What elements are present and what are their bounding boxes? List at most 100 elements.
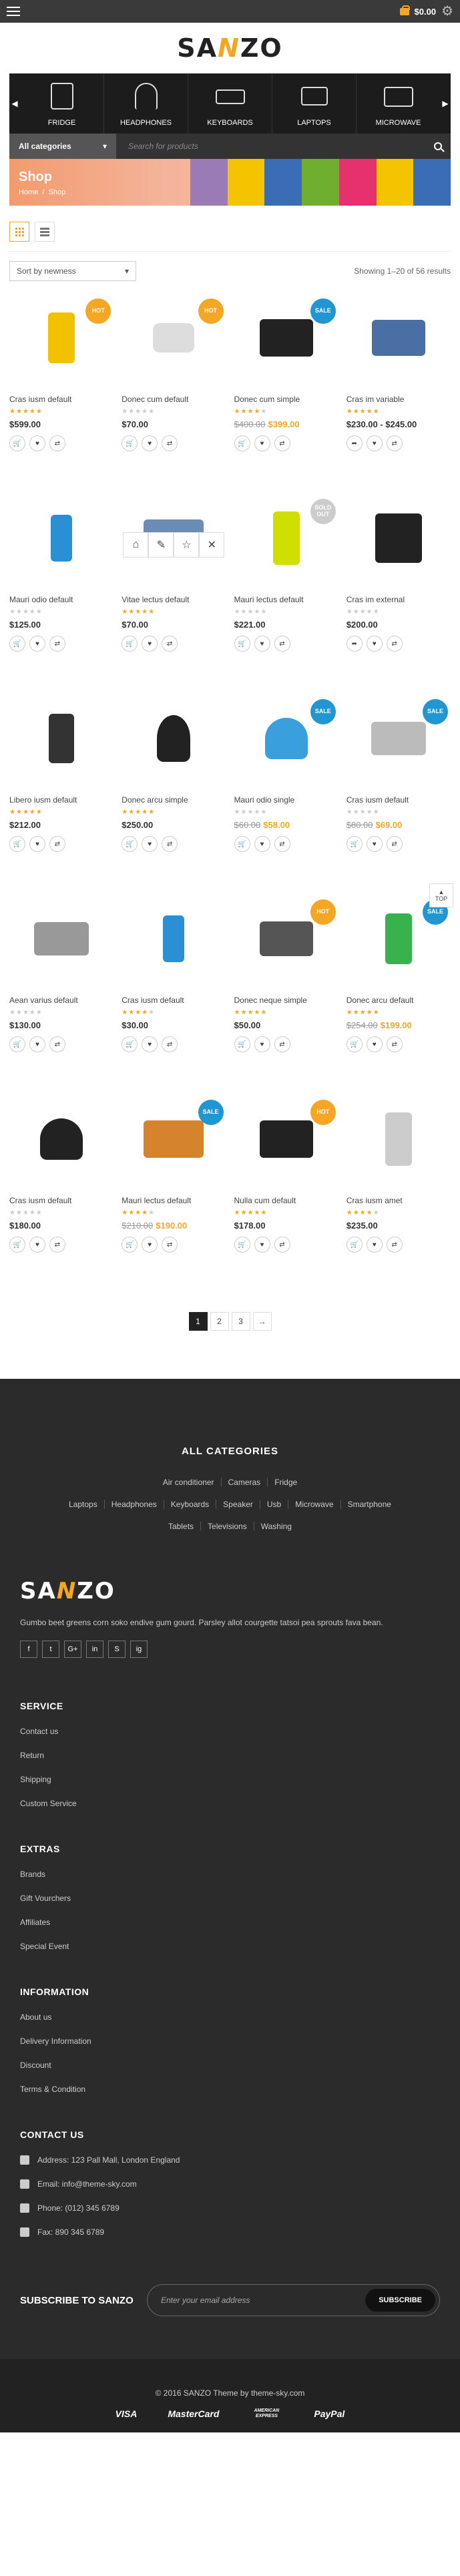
wishlist-icon[interactable]: ♥ [366, 1237, 383, 1253]
wishlist-icon[interactable]: ♥ [29, 1036, 45, 1052]
product-name[interactable]: Donec neque simple [234, 996, 338, 1006]
product-name[interactable]: Donec cum simple [234, 395, 338, 405]
add-to-cart-icon[interactable]: 🛒 [234, 435, 250, 451]
grid-view-button[interactable] [9, 222, 29, 242]
footer-category-link[interactable]: Speaker [216, 1500, 260, 1509]
information-link[interactable]: Terms & Condition [20, 2077, 440, 2101]
product-image[interactable] [153, 323, 195, 353]
page-button-2[interactable]: 2 [210, 1312, 229, 1331]
subscribe-button[interactable]: SUBSCRIBE [365, 2289, 435, 2312]
product-image[interactable] [272, 511, 300, 565]
product-name[interactable]: Mauri lectus default [122, 1196, 226, 1207]
product-image[interactable] [40, 1118, 83, 1160]
footer-category-link[interactable]: Tablets [162, 1522, 200, 1531]
menu-icon[interactable] [7, 7, 20, 16]
wishlist-icon[interactable]: ♥ [254, 1237, 270, 1253]
add-to-cart-icon[interactable]: 🛒 [9, 435, 25, 451]
product-image[interactable] [385, 1112, 412, 1166]
footer-category-link[interactable]: Usb [259, 1500, 288, 1509]
product-image[interactable] [264, 718, 308, 759]
product-image[interactable] [49, 714, 75, 763]
service-link[interactable]: Custom Service [20, 1791, 440, 1815]
compare-icon[interactable]: ⇄ [49, 836, 65, 852]
product-name[interactable]: Donec arcu simple [122, 795, 226, 806]
next-page-button[interactable]: → [252, 1312, 272, 1331]
footer-logo[interactable]: SANZO [20, 1578, 440, 1604]
product-image[interactable] [34, 922, 89, 955]
product-name[interactable]: Cras iusm default [122, 996, 226, 1006]
compare-icon[interactable]: ⇄ [162, 1036, 178, 1052]
extras-link[interactable]: Gift Vourchers [20, 1886, 440, 1910]
add-to-cart-icon[interactable]: 🛒 [346, 1036, 363, 1052]
gear-icon[interactable]: ⚙ [441, 5, 453, 18]
page-button-1[interactable]: 1 [188, 1312, 208, 1331]
wishlist-icon[interactable]: ♥ [29, 435, 45, 451]
list-view-button[interactable] [35, 222, 55, 242]
compare-icon[interactable]: ⇄ [386, 435, 403, 451]
email-text[interactable]: Email: info@theme-sky.com [37, 2179, 137, 2189]
add-to-cart-icon[interactable]: 🛒 [122, 636, 138, 652]
category-slide-keyboards[interactable]: KEYBOARDS [188, 73, 272, 134]
compare-icon[interactable]: ⇄ [162, 1237, 178, 1253]
compare-icon[interactable]: ⇄ [49, 636, 65, 652]
product-image[interactable] [48, 312, 75, 363]
product-name[interactable]: Donec cum default [122, 395, 226, 405]
wishlist-icon[interactable]: ♥ [366, 836, 383, 852]
skype-icon[interactable]: S [108, 1641, 126, 1658]
product-name[interactable]: Cras iusm default [9, 395, 113, 405]
compare-icon[interactable]: ⇄ [274, 636, 290, 652]
back-to-top-button[interactable]: ▲ TOP [429, 883, 453, 907]
subscribe-email-input[interactable] [161, 2296, 366, 2305]
wishlist-icon[interactable]: ♥ [142, 1036, 158, 1052]
compare-icon[interactable]: ⇄ [162, 836, 178, 852]
footer-category-link[interactable]: Keyboards [163, 1500, 216, 1509]
product-name[interactable]: Libero iusm default [9, 795, 113, 806]
wishlist-icon[interactable]: ♥ [254, 435, 270, 451]
compare-icon[interactable]: ⇄ [386, 1036, 403, 1052]
extras-link[interactable]: Brands [20, 1862, 440, 1886]
search-category-select[interactable]: All categories ▾ [9, 134, 116, 159]
add-to-cart-icon[interactable]: 🛒 [234, 1036, 250, 1052]
add-to-cart-icon[interactable]: 🛒 [9, 1036, 25, 1052]
wishlist-icon[interactable]: ♥ [29, 1237, 45, 1253]
service-link[interactable]: Contact us [20, 1719, 440, 1743]
product-image[interactable] [163, 915, 185, 962]
compare-icon[interactable]: ⇄ [162, 636, 178, 652]
expand-icon[interactable]: ✕ [199, 532, 225, 558]
product-name[interactable]: Cras iusm default [9, 1196, 113, 1207]
compare-icon[interactable]: ⇄ [386, 636, 403, 652]
footer-category-link[interactable]: Televisions [200, 1522, 254, 1531]
search-input[interactable] [116, 142, 425, 151]
linkedin-icon[interactable]: in [86, 1641, 103, 1658]
product-image[interactable] [144, 1120, 204, 1158]
compare-icon[interactable]: ✎ [148, 532, 174, 558]
sort-select[interactable]: Sort by newness ▾ [9, 261, 136, 281]
compare-icon[interactable]: ⇄ [162, 435, 178, 451]
slider-next-icon[interactable]: ▶ [440, 73, 451, 134]
compare-icon[interactable]: ⇄ [274, 435, 290, 451]
wishlist-icon[interactable]: ♥ [142, 435, 158, 451]
search-button[interactable] [425, 134, 451, 159]
product-name[interactable]: Cras im external [347, 595, 451, 606]
add-to-cart-icon[interactable]: 🛒 [9, 836, 25, 852]
wishlist-icon[interactable]: ♥ [254, 636, 270, 652]
wishlist-icon[interactable]: ♥ [142, 636, 158, 652]
twitter-icon[interactable]: t [42, 1641, 59, 1658]
cart-icon[interactable] [399, 5, 410, 15]
wishlist-icon[interactable]: ☆ [174, 532, 200, 558]
compare-icon[interactable]: ⇄ [386, 836, 403, 852]
product-image[interactable] [51, 515, 73, 562]
footer-category-link[interactable]: Smartphone [340, 1500, 398, 1509]
product-name[interactable]: Mauri lectus default [234, 595, 338, 606]
category-slide-laptops[interactable]: LAPTOPS [272, 73, 356, 134]
product-image[interactable] [259, 921, 313, 956]
footer-category-link[interactable]: Cameras [220, 1478, 268, 1487]
add-to-cart-icon[interactable]: 🛒 [122, 1237, 138, 1253]
product-image[interactable] [371, 722, 426, 755]
information-link[interactable]: Delivery Information [20, 2029, 440, 2053]
add-to-cart-icon[interactable]: 🛒 [234, 636, 250, 652]
site-logo[interactable]: SANZO [177, 33, 282, 63]
slider-prev-icon[interactable]: ◀ [9, 73, 20, 134]
extras-link[interactable]: Affiliates [20, 1910, 440, 1934]
information-link[interactable]: Discount [20, 2053, 440, 2077]
